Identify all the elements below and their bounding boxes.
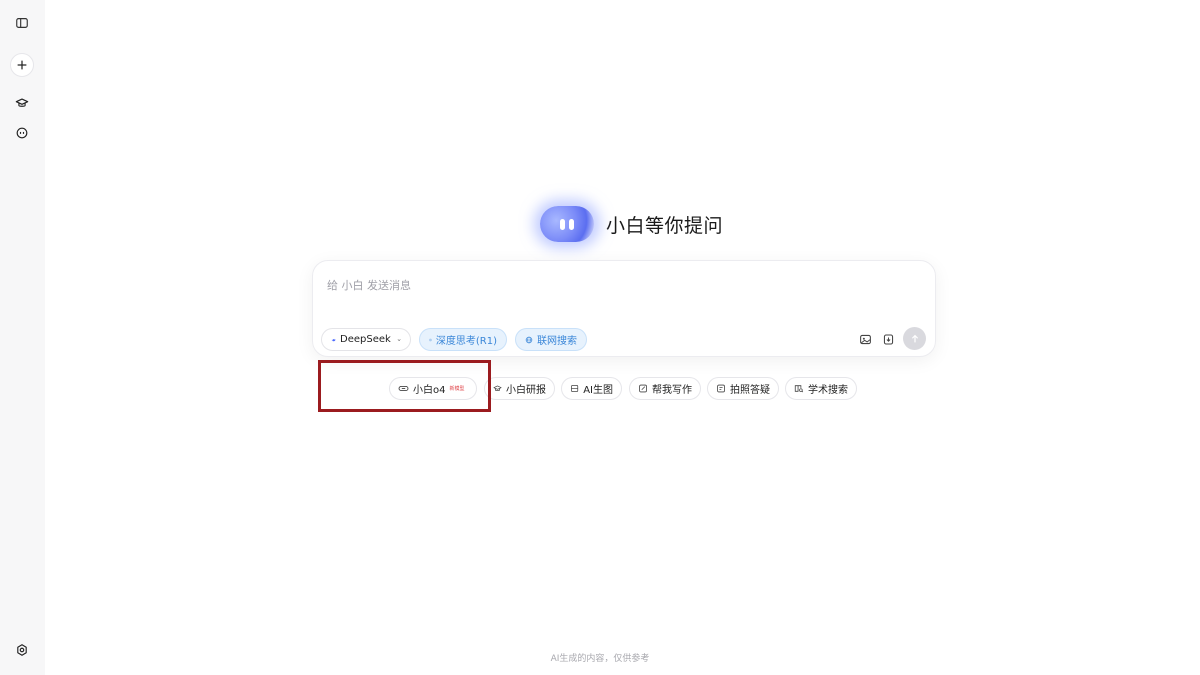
- globe-icon: [525, 336, 533, 343]
- message-input[interactable]: [325, 275, 915, 295]
- panel-toggle-button[interactable]: [10, 11, 34, 35]
- quick-action-academic[interactable]: 学术搜索: [785, 377, 857, 400]
- edit-icon: [639, 384, 647, 393]
- web-search-toggle[interactable]: 联网搜索: [515, 328, 587, 351]
- new-model-badge: 新模型: [449, 386, 465, 392]
- sidebar: [0, 0, 45, 675]
- send-button[interactable]: [903, 327, 926, 350]
- arrow-up-icon: [911, 334, 918, 342]
- quick-action-label: 小白o4: [413, 385, 446, 396]
- quick-action-research[interactable]: 小白研报: [484, 377, 555, 400]
- quick-action-label: AI生图: [583, 385, 613, 396]
- hero: 小白等你提问: [540, 206, 723, 242]
- photo-question-icon: [717, 384, 725, 393]
- panel-toggle-icon: [16, 18, 28, 28]
- image-icon: [859, 334, 871, 344]
- graduation-cap-icon: [493, 385, 502, 391]
- link-icon: [398, 385, 409, 392]
- file-upload-icon: [883, 334, 893, 344]
- quick-action-o4[interactable]: 小白o4 新模型: [389, 377, 477, 400]
- image-frame-icon: [571, 384, 579, 393]
- new-chat-button[interactable]: [10, 53, 34, 77]
- quick-action-image-gen[interactable]: AI生图: [561, 377, 622, 400]
- deepseek-whale-icon: [331, 338, 336, 341]
- footer-disclaimer: AI生成的内容，仅供参考: [550, 654, 650, 664]
- quick-action-writing[interactable]: 帮我写作: [629, 377, 701, 400]
- upload-file-button[interactable]: [880, 331, 896, 347]
- mascot-logo: [540, 206, 594, 242]
- model-selector[interactable]: DeepSeek: [321, 328, 411, 351]
- model-label: DeepSeek: [340, 334, 391, 345]
- upload-image-button[interactable]: [857, 331, 873, 347]
- quick-action-label: 拍照答疑: [730, 385, 770, 396]
- quick-action-label: 帮我写作: [652, 385, 692, 396]
- learning-button[interactable]: [10, 91, 34, 115]
- atom-icon: [429, 338, 432, 341]
- chevron-down-icon: [397, 338, 401, 341]
- deep-think-toggle[interactable]: 深度思考(R1): [419, 328, 507, 351]
- deep-think-label: 深度思考(R1): [435, 336, 497, 347]
- web-search-label: 联网搜索: [537, 336, 577, 347]
- page-title: 小白等你提问: [606, 214, 724, 237]
- quick-action-label: 小白研报: [506, 385, 546, 396]
- agent-button[interactable]: [10, 121, 34, 145]
- book-search-icon: [794, 385, 804, 393]
- quick-action-photo-qa[interactable]: 拍照答疑: [707, 377, 779, 400]
- quick-action-label: 学术搜索: [808, 385, 848, 396]
- message-composer: DeepSeek 深度思考(R1) 联网搜索: [312, 260, 936, 357]
- bot-face-icon: [16, 127, 28, 139]
- graduation-cap-icon: [15, 98, 29, 107]
- plus-icon: [17, 60, 27, 70]
